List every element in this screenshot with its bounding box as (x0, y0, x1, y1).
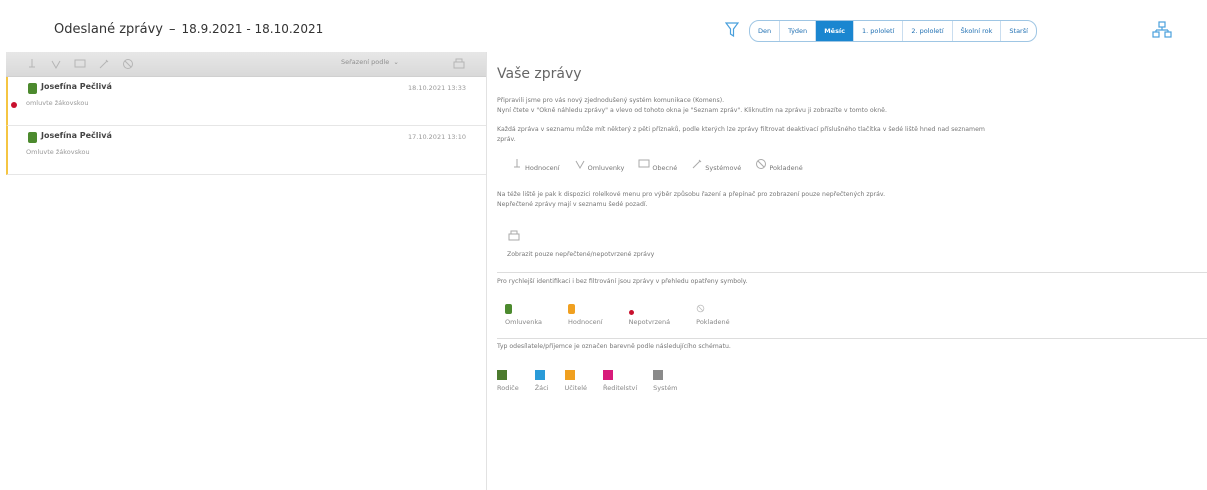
excuse-badge-icon (505, 304, 512, 316)
flags-line: zpráv. (497, 135, 516, 143)
system-icon (691, 158, 703, 172)
symbol-label: Hodnocení (567, 318, 603, 326)
unread-dot-icon (11, 102, 17, 108)
color-swatch (653, 369, 664, 382)
divider (497, 271, 1207, 273)
flag-label: Omluvenky (587, 164, 625, 172)
message-row[interactable]: Josefína Pečlivá 17.10.2021 13:10 Omluvte … (6, 126, 486, 175)
sender-type-label: Systém (653, 383, 678, 392)
flag-label: Pokladené (769, 164, 803, 172)
symbols-text: Pro rychlejší identifikaci i bez filtrov… (497, 277, 748, 285)
menu-line: Na téže liště je pak k dispozici rolelko… (497, 191, 886, 198)
unread-toggle-demo (507, 227, 1207, 246)
excuse-badge-icon (28, 132, 37, 143)
symbol-item: Pokladené (696, 304, 730, 326)
page-title-text: Odeslané zprávy (54, 22, 163, 37)
message-list-pane: Seřazení podle ⌄ Josefína Pečlivá 18.10.2… (6, 52, 487, 490)
message-sender: Josefína Pečlivá (41, 131, 112, 140)
color-swatch (497, 369, 507, 382)
sender-text: Typ odesílatele/příjemce je označen bare… (497, 343, 731, 350)
period-1[interactable]: Týden (780, 21, 817, 41)
rating-icon (511, 158, 523, 172)
excuse-filter-icon[interactable] (48, 56, 64, 72)
menu-line: Nepřečtené zprávy mají v seznamu šedé po… (497, 200, 648, 208)
symbol-item: Hodnocení (567, 304, 603, 326)
flag-item: Obecné (638, 158, 677, 172)
symbol-label: Omluvenka (505, 318, 542, 326)
period-5[interactable]: Školní rok (953, 21, 1002, 41)
flag-icons-row: Hodnocení Omluvenky Obecné Systémové Poklade… (511, 158, 1207, 172)
sender-type-label: Učitelé (564, 383, 588, 392)
deleted-filter-icon[interactable] (120, 56, 136, 72)
filter-icon[interactable] (725, 22, 739, 38)
excuse-icon (574, 158, 586, 172)
flag-item: Systémové (691, 158, 741, 172)
sender-type-item: Rodiče (497, 369, 519, 392)
general-filter-icon[interactable] (72, 56, 88, 72)
unread-toggle-icon (508, 230, 520, 241)
symbols-legend: Omluvenka Hodnocení Nepotvrzená Pokladené (505, 304, 1207, 326)
message-preview: Omluvte žákovskou (26, 148, 90, 156)
period-selector: Den Týden Měsíc 1. pololetí 2. pololetí Školn… (749, 20, 1037, 42)
date-range: 18.9.2021 - 18.10.2021 (181, 22, 324, 36)
flag-label: Obecné (652, 164, 678, 172)
preview-heading: Vaše zprávy (497, 66, 582, 82)
deleted-icon (696, 304, 705, 316)
rating-filter-icon[interactable] (24, 56, 40, 72)
message-list: Josefína Pečlivá 18.10.2021 13:33 omluvte … (6, 77, 486, 175)
symbol-item: Omluvenka (505, 304, 542, 326)
title-dash: – (168, 22, 176, 37)
color-swatch (534, 369, 545, 382)
period-0[interactable]: Den (750, 21, 781, 41)
symbol-label: Nepotvrzená (628, 318, 671, 326)
flag-label: Systémové (705, 164, 742, 172)
sender-type-item: Ředitelství (603, 369, 638, 392)
menu-text: Na téže liště je pak k dispozici rolelko… (497, 190, 1207, 209)
general-icon (638, 158, 650, 172)
sender-type-label: Rodiče (497, 383, 519, 392)
message-sender: Josefína Pečlivá (41, 82, 112, 91)
flag-label: Hodnocení (525, 164, 560, 172)
flag-item: Hodnocení (511, 158, 560, 172)
message-date: 17.10.2021 13:10 (408, 133, 467, 141)
unread-toggle-icon[interactable] (452, 56, 466, 70)
message-row[interactable]: Josefína Pečlivá 18.10.2021 13:33 omluvte … (6, 77, 486, 126)
period-6[interactable]: Starší (1001, 21, 1036, 41)
flags-line: Každá zpráva v seznamu může mít některý … (497, 126, 985, 133)
excuse-badge-icon (28, 83, 37, 94)
flags-text: Každá zpráva v seznamu může mít některý … (497, 125, 1207, 144)
unread-dot-icon (628, 304, 634, 316)
divider (497, 338, 1207, 339)
sort-dropdown[interactable]: Seřazení podle ⌄ (341, 58, 399, 66)
sender-type-label: Žáci (534, 383, 549, 392)
filter-toolbar: Seřazení podle ⌄ (6, 52, 486, 77)
sort-label: Seřazení podle (341, 58, 390, 66)
sender-type-item: Systém (653, 369, 678, 392)
flag-item: Pokladené (755, 158, 803, 172)
period-3[interactable]: 1. pololetí (854, 21, 904, 41)
sender-type-item: Učitelé (564, 369, 588, 392)
system-filter-icon[interactable] (96, 56, 112, 72)
unread-toggle-label: Zobrazit pouze nepřečtené/nepotvrzené zp… (507, 251, 655, 258)
color-swatch (603, 369, 614, 382)
intro-line: Připravili jsme pro vás nový zjednodušen… (497, 97, 725, 104)
message-preview: omluvte žákovskou (26, 99, 89, 107)
symbol-label: Pokladené (696, 318, 730, 326)
message-date: 18.10.2021 13:33 (408, 84, 467, 92)
org-chart-icon[interactable] (1152, 21, 1172, 39)
sender-type-item: Žáci (534, 369, 549, 392)
sender-type-label: Ředitelství (603, 383, 638, 392)
sender-legend: Rodiče Žáci Učitelé Ředitelství Systém (497, 369, 1207, 392)
intro-line: Nyní čtete v "Okně náhledu zprávy" a vle… (497, 106, 887, 114)
intro-text: Připravili jsme pro vás nový zjednodušen… (497, 96, 1207, 115)
deleted-icon (755, 158, 767, 172)
rating-badge-icon (567, 304, 575, 316)
symbol-item: Nepotvrzená (628, 304, 671, 326)
page-title: Odeslané zprávy –18.9.2021 - 18.10.2021 (54, 22, 323, 37)
period-2[interactable]: Měsíc (816, 21, 855, 41)
color-swatch (564, 369, 575, 382)
period-4[interactable]: 2. pololetí (903, 21, 953, 41)
message-preview-pane: Vaše zprávy Připravili jsme pro vás nový… (497, 60, 1207, 392)
flag-item: Omluvenky (574, 158, 625, 172)
